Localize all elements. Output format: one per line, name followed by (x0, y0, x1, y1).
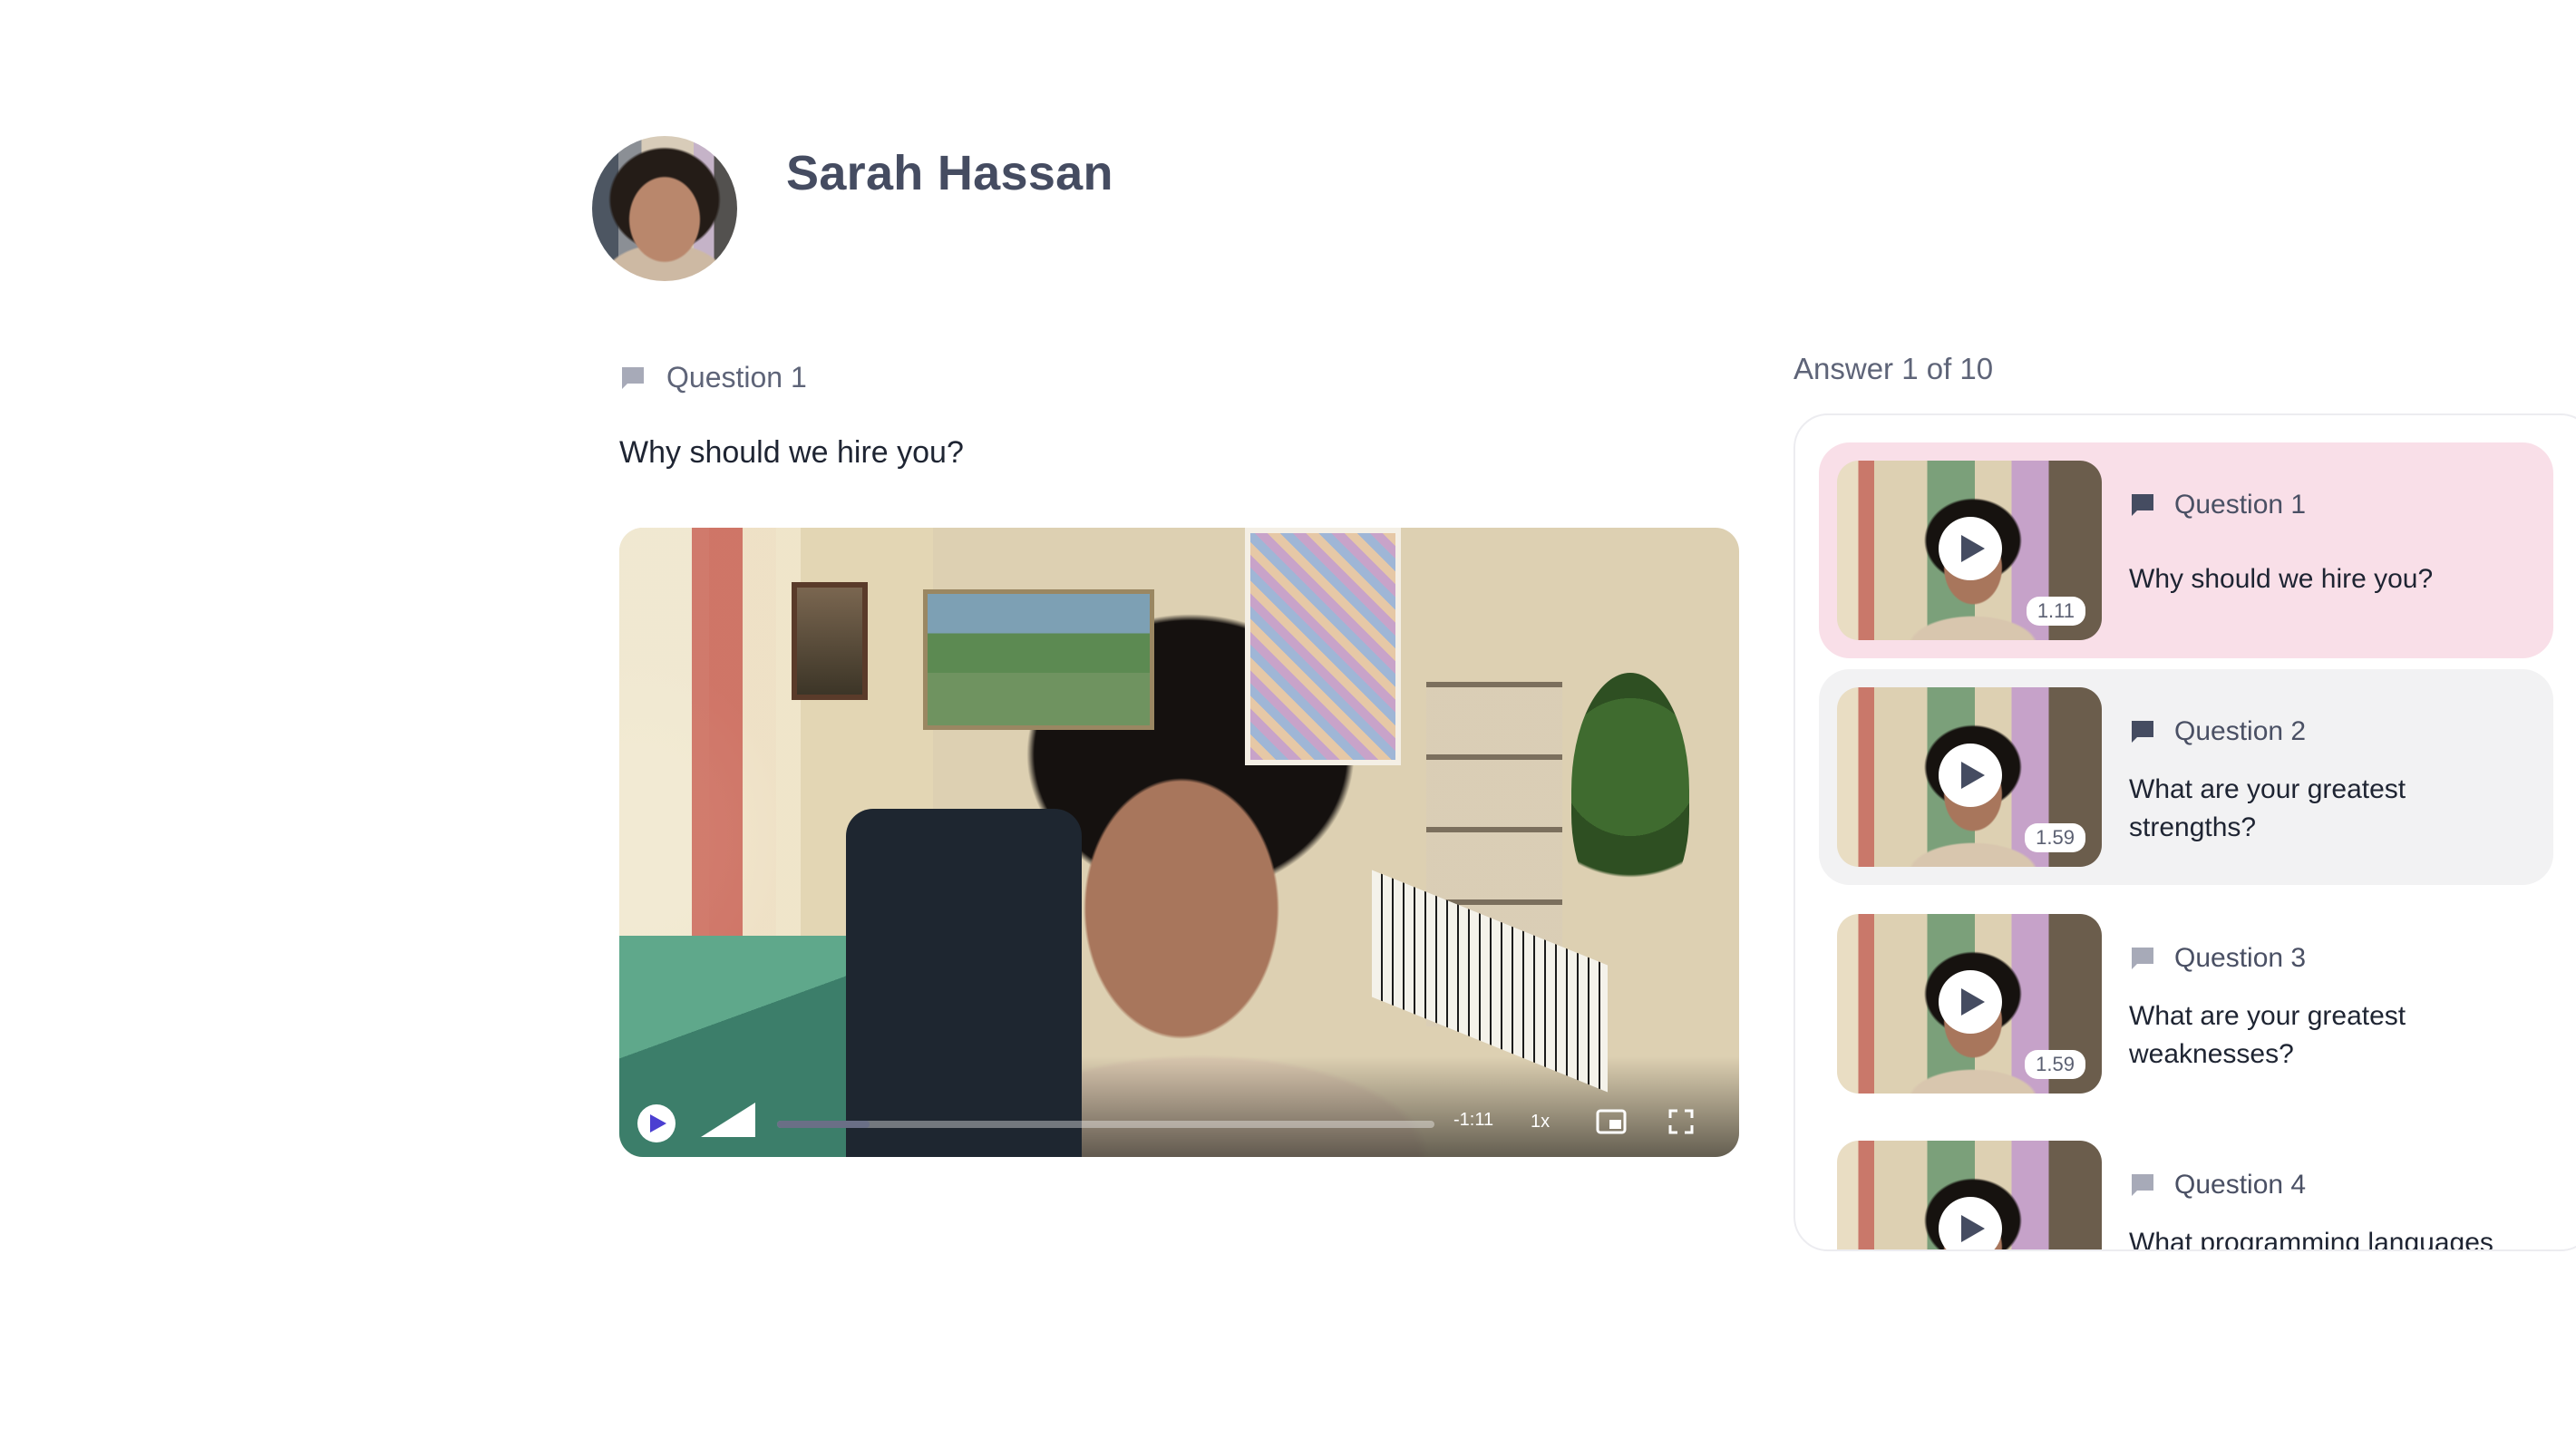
answer-question-header: Question 2 (2129, 716, 2306, 747)
answer-question-header: Question 3 (2129, 943, 2306, 974)
answer-question-text: What are your greatest weaknesses? (2129, 1001, 2406, 1069)
video-scene-painting (923, 589, 1154, 730)
answer-question-text: Why should we hire you? (2129, 564, 2434, 594)
answer-list: 1.11 Question 1 Why should we hire you? … (1819, 442, 2553, 1251)
play-button[interactable] (637, 1104, 676, 1142)
answer-question-label: Question 4 (2174, 1170, 2307, 1200)
video-controls: -1:11 1x (619, 1088, 1739, 1157)
play-icon (1961, 1215, 1985, 1242)
answer-counter: Answer 1 of 10 (1793, 352, 1994, 385)
volume-icon[interactable] (701, 1101, 755, 1139)
video-scene-plant (1571, 673, 1689, 909)
interview-review-page: Sarah Hassan Question 1 Why should we hi… (0, 0, 2576, 1429)
playback-speed-button[interactable]: 1x (1531, 1112, 1550, 1133)
answer-question-label: Question 2 (2174, 716, 2307, 746)
chat-bubble-icon (2129, 945, 2156, 972)
answer-item[interactable]: 1.59 Question 3 What are your greatest w… (1819, 896, 2553, 1112)
candidate-name: Sarah Hassan (786, 146, 1113, 200)
play-icon (1961, 988, 1985, 1016)
current-question-text: Why should we hire you? (619, 435, 964, 470)
current-question-header: Question 1 (619, 361, 807, 394)
answer-question-text: What programming languages (2129, 1228, 2493, 1251)
time-remaining: -1:11 (1453, 1110, 1494, 1130)
play-icon (1961, 535, 1985, 562)
progress-bar[interactable] (777, 1121, 1434, 1128)
answer-thumbnail[interactable]: 1.11 (1837, 461, 2102, 640)
answer-thumbnail[interactable]: 1.59 (1837, 687, 2102, 867)
answer-duration: 1.11 (2026, 597, 2085, 626)
picture-in-picture-icon[interactable] (1596, 1108, 1627, 1135)
answer-question-label: Question 1 (2174, 490, 2307, 520)
answer-duration: 1.59 (2025, 823, 2085, 852)
thumbnail-play-button[interactable] (1939, 970, 2002, 1034)
answer-question-text: What are your greatest strengths? (2129, 774, 2406, 842)
answers-panel[interactable]: 1.11 Question 1 Why should we hire you? … (1793, 413, 2576, 1251)
answer-question-header: Question 4 (2129, 1170, 2306, 1201)
chat-bubble-icon (2129, 491, 2156, 519)
video-player[interactable]: -1:11 1x (619, 528, 1739, 1157)
thumbnail-play-button[interactable] (1939, 517, 2002, 580)
chat-bubble-icon (2129, 718, 2156, 745)
thumbnail-play-button[interactable] (1939, 744, 2002, 807)
answer-item[interactable]: Question 4 What programming languages (1819, 1123, 2553, 1251)
thumbnail-play-button[interactable] (1939, 1197, 2002, 1249)
answer-duration: 1.59 (2025, 1050, 2085, 1079)
video-scene-frame (792, 582, 868, 700)
progress-fill (777, 1121, 870, 1128)
answer-item[interactable]: 1.59 Question 2 What are your greatest s… (1819, 669, 2553, 885)
answer-item[interactable]: 1.11 Question 1 Why should we hire you? (1819, 442, 2553, 658)
fullscreen-icon[interactable] (1667, 1108, 1695, 1135)
play-icon (650, 1114, 666, 1133)
candidate-avatar (592, 136, 737, 281)
answer-thumbnail[interactable]: 1.59 (1837, 914, 2102, 1094)
play-icon (1961, 762, 1985, 789)
video-scene-poster (1245, 528, 1401, 765)
answer-thumbnail[interactable] (1837, 1141, 2102, 1249)
chat-bubble-icon (2129, 1171, 2156, 1199)
current-question-label: Question 1 (666, 361, 807, 394)
chat-bubble-icon (619, 365, 646, 392)
answer-question-label: Question 3 (2174, 943, 2307, 973)
answer-question-header: Question 1 (2129, 490, 2306, 520)
